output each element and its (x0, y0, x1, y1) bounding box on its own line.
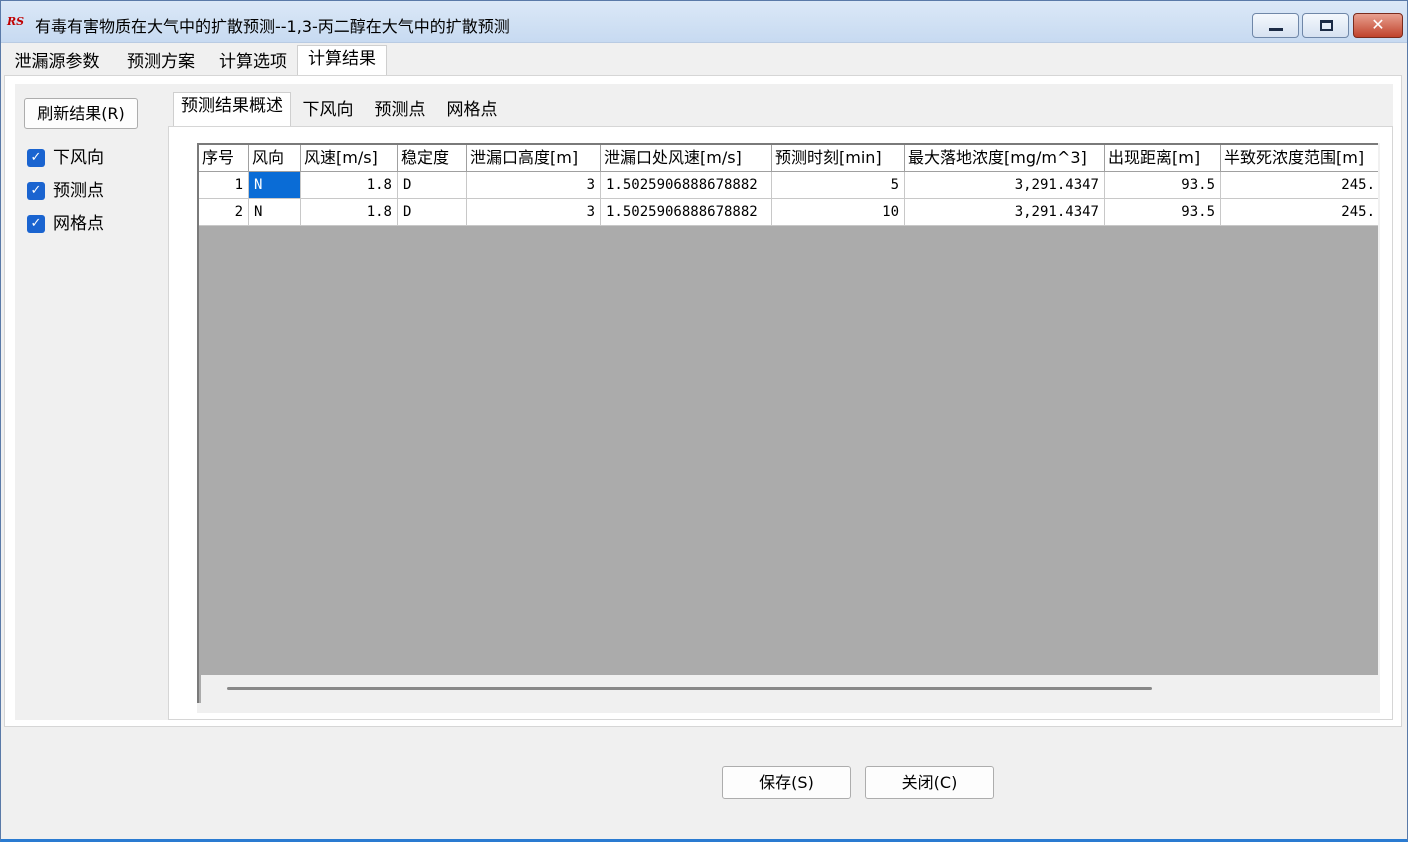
results-panel-body: 刷新结果(R) ✓ 下风向 ✓ 预测点 ✓ 网格点 预测结果概述 下风向 预测点… (15, 84, 1393, 720)
title-bar: RS 有毒有害物质在大气中的扩散预测--1,3-丙二醇在大气中的扩散预测 ✕ (1, 1, 1407, 43)
minimize-icon (1269, 28, 1283, 31)
cell-lethal-range[interactable]: 245. (1221, 199, 1378, 226)
cell-stability[interactable]: D (398, 199, 467, 226)
cell-wind-speed[interactable]: 1.8 (301, 172, 398, 199)
close-window-button[interactable]: ✕ (1353, 13, 1403, 38)
tab-downwind[interactable]: 下风向 (295, 97, 361, 125)
scrollbar-thumb[interactable] (227, 687, 1152, 690)
checkbox-checked-icon: ✓ (27, 149, 45, 167)
checkbox-label: 网格点 (53, 214, 104, 234)
app-logo-icon: RS (7, 15, 25, 28)
column-header[interactable]: 最大落地浓度[mg/m^3] (905, 145, 1105, 172)
cell-prediction-time[interactable]: 10 (772, 199, 905, 226)
cell-stability[interactable]: D (398, 172, 467, 199)
cell-leak-wind-speed[interactable]: 1.5025906888678882 (601, 199, 772, 226)
cell-leak-height[interactable]: 3 (467, 172, 601, 199)
checkbox-label: 下风向 (53, 148, 104, 168)
maximize-icon (1320, 20, 1333, 31)
app-window: RS 有毒有害物质在大气中的扩散预测--1,3-丙二醇在大气中的扩散预测 ✕ 泄… (0, 0, 1408, 842)
column-header[interactable]: 泄漏口处风速[m/s] (601, 145, 772, 172)
cell-index[interactable]: 2 (199, 199, 249, 226)
tab-result-summary[interactable]: 预测结果概述 (173, 92, 291, 126)
summary-panel: 序号 风向 风速[m/s] 稳定度 泄漏口高度[m] 泄漏口处风速[m/s] 预… (168, 126, 1393, 720)
tab-calc-options[interactable]: 计算选项 (209, 48, 297, 76)
results-panel: 刷新结果(R) ✓ 下风向 ✓ 预测点 ✓ 网格点 预测结果概述 下风向 预测点… (4, 75, 1402, 727)
tab-leak-source-params[interactable]: 泄漏源参数 (5, 48, 109, 76)
cell-distance[interactable]: 93.5 (1105, 172, 1221, 199)
cell-wind-direction[interactable]: N (249, 199, 301, 226)
column-header[interactable]: 稳定度 (398, 145, 467, 172)
horizontal-scrollbar[interactable] (201, 675, 1378, 703)
cell-leak-height[interactable]: 3 (467, 199, 601, 226)
results-table[interactable]: 序号 风向 风速[m/s] 稳定度 泄漏口高度[m] 泄漏口处风速[m/s] 预… (197, 143, 1378, 703)
close-icon: ✕ (1371, 15, 1385, 34)
refresh-results-button[interactable]: 刷新结果(R) (24, 98, 138, 129)
column-header[interactable]: 泄漏口高度[m] (467, 145, 601, 172)
checkbox-checked-icon: ✓ (27, 215, 45, 233)
cell-distance[interactable]: 93.5 (1105, 199, 1221, 226)
cell-prediction-time[interactable]: 5 (772, 172, 905, 199)
close-button[interactable]: 关闭(C) (865, 766, 994, 799)
column-header[interactable]: 风速[m/s] (301, 145, 398, 172)
cell-lethal-range[interactable]: 245. (1221, 172, 1378, 199)
tab-prediction-point[interactable]: 预测点 (367, 97, 433, 125)
cell-max-concentration[interactable]: 3,291.4347 (905, 172, 1105, 199)
column-header[interactable]: 风向 (249, 145, 301, 172)
save-button[interactable]: 保存(S) (722, 766, 851, 799)
column-header[interactable]: 序号 (199, 145, 249, 172)
cell-index[interactable]: 1 (199, 172, 249, 199)
cell-leak-wind-speed[interactable]: 1.5025906888678882 (601, 172, 772, 199)
checkbox-checked-icon: ✓ (27, 182, 45, 200)
minimize-button[interactable] (1252, 13, 1299, 38)
tab-calc-results[interactable]: 计算结果 (297, 45, 387, 77)
column-header[interactable]: 半致死浓度范围[m] (1221, 145, 1378, 172)
cell-max-concentration[interactable]: 3,291.4347 (905, 199, 1105, 226)
column-header[interactable]: 出现距离[m] (1105, 145, 1221, 172)
maximize-button[interactable] (1302, 13, 1349, 38)
checkbox-label: 预测点 (53, 181, 104, 201)
cell-wind-speed[interactable]: 1.8 (301, 199, 398, 226)
window-title: 有毒有害物质在大气中的扩散预测--1,3-丙二醇在大气中的扩散预测 (35, 17, 510, 36)
results-grid-frame: 序号 风向 风速[m/s] 稳定度 泄漏口高度[m] 泄漏口处风速[m/s] 预… (197, 143, 1380, 713)
cell-wind-direction[interactable]: N (249, 172, 301, 199)
column-header[interactable]: 预测时刻[min] (772, 145, 905, 172)
tab-prediction-scheme[interactable]: 预测方案 (117, 48, 205, 76)
tab-grid-point[interactable]: 网格点 (439, 97, 505, 125)
